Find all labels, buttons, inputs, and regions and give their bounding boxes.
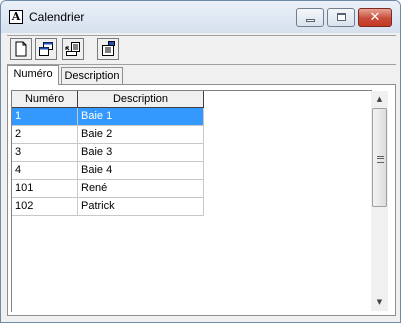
app-icon[interactable]: A	[9, 10, 23, 24]
export-icon	[65, 42, 80, 56]
cell-numero[interactable]: 1	[12, 108, 78, 126]
window-title: Calendrier	[29, 10, 85, 24]
column-header-numero[interactable]: Numéro	[12, 91, 78, 108]
toolbar	[7, 35, 396, 65]
cell-numero[interactable]: 2	[12, 126, 78, 144]
calendrier-window: A Calendrier ✕ Numéro Description Numéro…	[0, 0, 401, 323]
maximize-button[interactable]	[327, 8, 355, 27]
scroll-up-icon[interactable]: ▲	[371, 91, 388, 108]
new-button[interactable]	[10, 38, 32, 60]
column-header-description[interactable]: Description	[78, 91, 204, 108]
data-grid[interactable]: Numéro Description 1 Baie 1 2 Baie 2 3 B…	[11, 90, 372, 312]
properties-icon	[102, 41, 115, 56]
minimize-button[interactable]	[296, 8, 324, 27]
cell-description[interactable]: Baie 1	[78, 108, 204, 126]
cell-numero[interactable]: 101	[12, 180, 78, 198]
properties-button[interactable]	[97, 38, 119, 60]
close-icon: ✕	[369, 10, 381, 25]
cell-description[interactable]: René	[78, 180, 204, 198]
scroll-thumb[interactable]	[372, 108, 387, 207]
tab-description-label: Description	[64, 70, 120, 82]
title-bar[interactable]: A Calendrier ✕	[1, 1, 400, 33]
duplicate-window-icon	[39, 42, 53, 56]
new-document-icon	[15, 41, 27, 57]
scroll-down-icon[interactable]: ▼	[371, 294, 388, 311]
export-button[interactable]	[62, 38, 84, 60]
cell-description[interactable]: Baie 4	[78, 162, 204, 180]
vertical-scrollbar[interactable]: ▲ ▼	[371, 91, 388, 311]
cell-description[interactable]: Patrick	[78, 198, 204, 216]
tab-description[interactable]: Description	[61, 67, 123, 85]
cell-numero[interactable]: 3	[12, 144, 78, 162]
cell-numero[interactable]: 102	[12, 198, 78, 216]
tab-numero[interactable]: Numéro	[7, 65, 59, 85]
cell-description[interactable]: Baie 2	[78, 126, 204, 144]
duplicate-button[interactable]	[35, 38, 57, 60]
cell-numero[interactable]: 4	[12, 162, 78, 180]
tab-numero-label: Numéro	[13, 68, 53, 80]
close-button[interactable]: ✕	[358, 8, 392, 27]
cell-description[interactable]: Baie 3	[78, 144, 204, 162]
maximize-icon	[337, 13, 346, 21]
minimize-icon	[306, 19, 315, 22]
grip-icon	[377, 156, 384, 163]
